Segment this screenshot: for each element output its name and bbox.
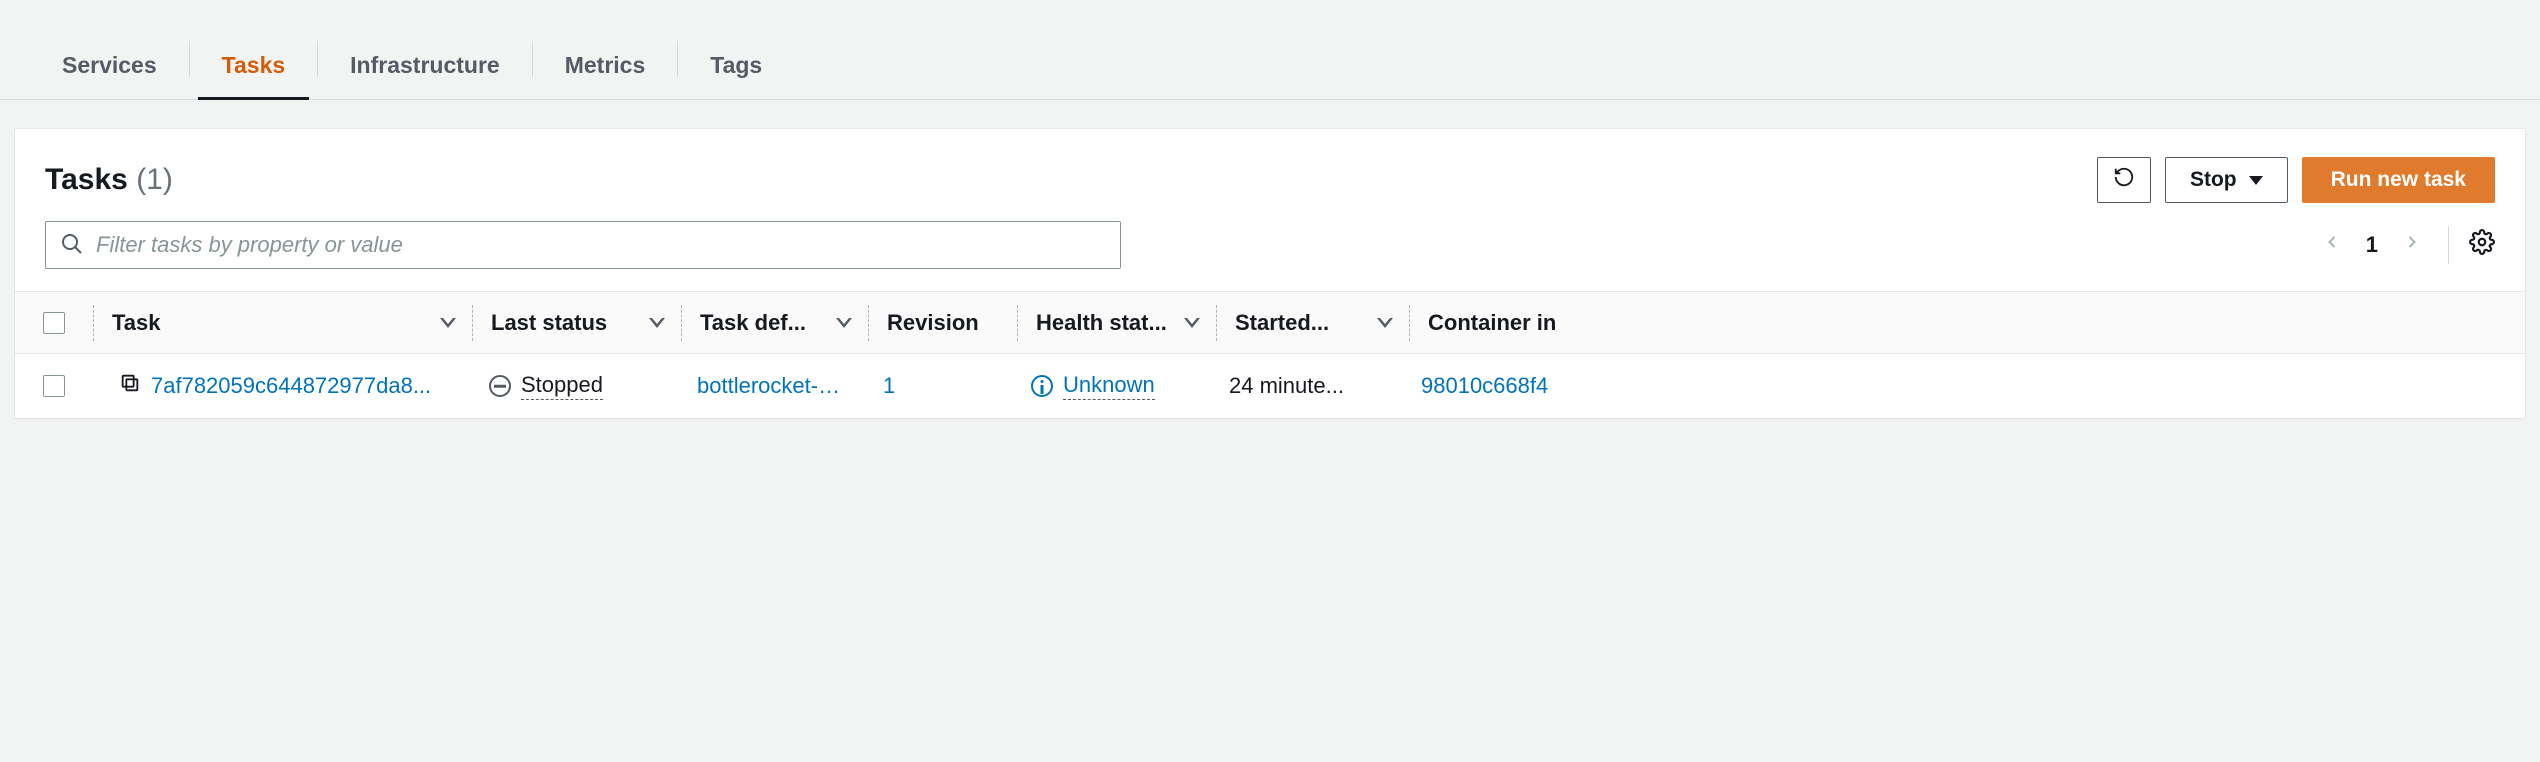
sort-icon xyxy=(1380,317,1391,328)
cell-last-status: Stopped xyxy=(471,372,679,400)
col-container-instance-label: Container in xyxy=(1428,310,1556,336)
search-icon xyxy=(60,232,84,259)
revision-link[interactable]: 1 xyxy=(883,373,895,399)
cell-revision: 1 xyxy=(865,373,1013,399)
sort-icon xyxy=(652,317,663,328)
copy-icon[interactable] xyxy=(119,372,141,400)
pager: 1 xyxy=(2316,226,2495,264)
cell-container-instance: 98010c668f4 xyxy=(1403,373,2525,399)
cell-health: Unknown xyxy=(1013,372,1211,400)
tab-metrics[interactable]: Metrics xyxy=(533,32,678,99)
stop-button-label: Stop xyxy=(2190,168,2237,192)
pager-current: 1 xyxy=(2366,232,2378,258)
row-checkbox[interactable] xyxy=(43,375,65,397)
col-started[interactable]: Started... xyxy=(1217,310,1409,336)
col-last-status-label: Last status xyxy=(491,310,607,336)
col-last-status[interactable]: Last status xyxy=(473,310,681,336)
col-select-all xyxy=(15,312,93,334)
col-health[interactable]: Health stat... xyxy=(1018,310,1216,336)
col-health-label: Health stat... xyxy=(1036,310,1167,336)
col-container-instance[interactable]: Container in xyxy=(1410,310,2525,336)
caret-down-icon xyxy=(2249,176,2263,185)
col-revision[interactable]: Revision xyxy=(869,310,1017,336)
chevron-left-icon xyxy=(2322,232,2342,258)
tab-tasks[interactable]: Tasks xyxy=(190,32,318,99)
info-icon xyxy=(1031,375,1053,397)
refresh-button[interactable] xyxy=(2097,157,2151,203)
col-started-label: Started... xyxy=(1235,310,1329,336)
run-new-task-label: Run new task xyxy=(2331,168,2466,192)
pager-next-button[interactable] xyxy=(2396,229,2428,261)
col-task[interactable]: Task xyxy=(94,310,472,336)
cell-task: 7af782059c644872977da8... xyxy=(93,372,471,400)
settings-button[interactable] xyxy=(2469,229,2495,261)
tab-bar: Services Tasks Infrastructure Metrics Ta… xyxy=(0,0,2540,100)
panel-title: Tasks (1) xyxy=(45,163,2083,197)
gear-icon xyxy=(2469,229,2495,261)
health-value: Unknown xyxy=(1063,372,1155,400)
run-new-task-button[interactable]: Run new task xyxy=(2302,157,2495,203)
filter-row: 1 xyxy=(15,221,2525,291)
cell-select xyxy=(15,375,93,397)
container-instance-link[interactable]: 98010c668f4 xyxy=(1421,373,1548,399)
table-header: Task Last status Task def... Revision xyxy=(15,292,2525,354)
search-input[interactable] xyxy=(96,232,1106,258)
pager-prev-button[interactable] xyxy=(2316,229,2348,261)
panel-count: (1) xyxy=(136,163,173,196)
select-all-checkbox[interactable] xyxy=(43,312,65,334)
panel-header: Tasks (1) Stop Run new task xyxy=(15,129,2525,221)
col-revision-label: Revision xyxy=(887,310,979,336)
col-task-label: Task xyxy=(112,310,161,336)
sort-icon xyxy=(1187,317,1198,328)
chevron-right-icon xyxy=(2402,232,2422,258)
started-value: 24 minute... xyxy=(1229,373,1344,399)
tasks-table: Task Last status Task def... Revision xyxy=(15,291,2525,418)
tab-tags[interactable]: Tags xyxy=(678,32,794,99)
last-status-value: Stopped xyxy=(521,372,603,400)
task-id-link[interactable]: 7af782059c644872977da8... xyxy=(151,373,431,399)
tasks-panel: Tasks (1) Stop Run new task 1 xyxy=(14,128,2526,419)
stop-button[interactable]: Stop xyxy=(2165,157,2288,203)
search-input-wrap[interactable] xyxy=(45,221,1121,269)
refresh-icon xyxy=(2113,166,2135,194)
sort-icon xyxy=(839,317,850,328)
panel-title-text: Tasks xyxy=(45,163,128,196)
separator xyxy=(2448,226,2449,264)
sort-icon xyxy=(443,317,454,328)
table-row: 7af782059c644872977da8... Stopped bottle… xyxy=(15,354,2525,418)
task-def-link[interactable]: bottlerocket-gpu xyxy=(697,373,847,399)
col-task-def-label: Task def... xyxy=(700,310,806,336)
col-task-def[interactable]: Task def... xyxy=(682,310,868,336)
tab-infrastructure[interactable]: Infrastructure xyxy=(318,32,532,99)
stopped-icon xyxy=(489,375,511,397)
cell-started: 24 minute... xyxy=(1211,373,1403,399)
tab-services[interactable]: Services xyxy=(30,32,189,99)
cell-task-def: bottlerocket-gpu xyxy=(679,373,865,399)
